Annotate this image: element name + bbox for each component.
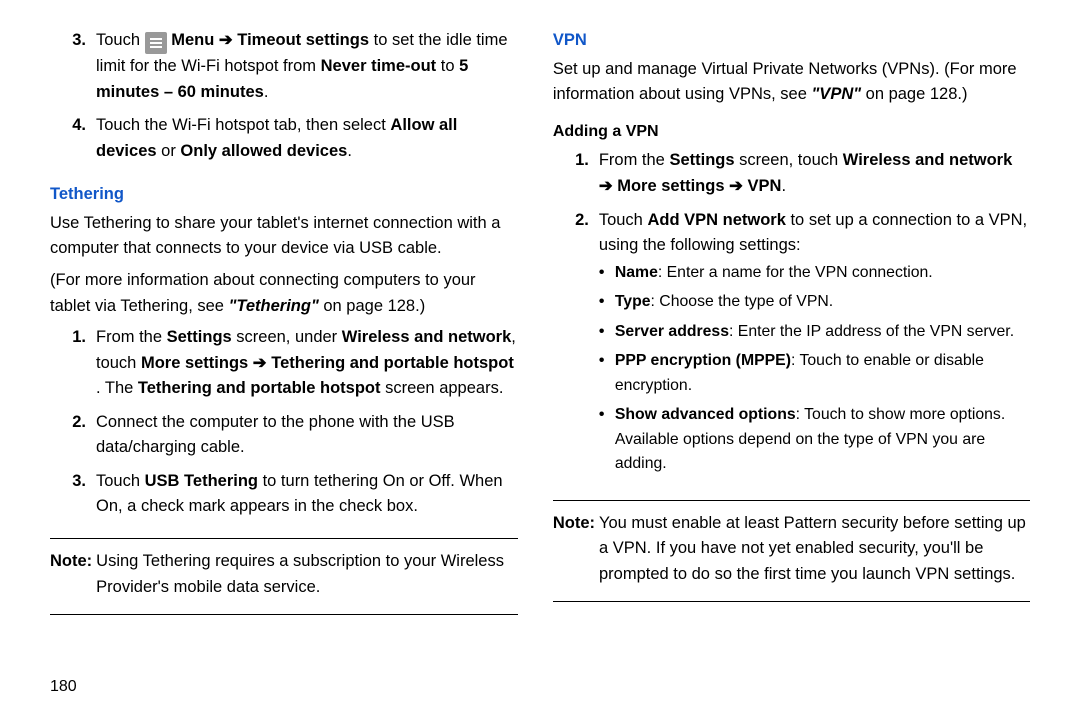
- note-body: Using Tethering requires a subscription …: [96, 549, 518, 600]
- tethering-crossref: (For more information about connecting c…: [50, 268, 518, 319]
- step-body: From the Settings screen, touch Wireless…: [599, 148, 1030, 199]
- vpn-step-2: 2. Touch Add VPN network to set up a con…: [553, 208, 1030, 482]
- heading-vpn: VPN: [553, 28, 1030, 54]
- tethering-note: Note: Using Tethering requires a subscri…: [50, 549, 518, 600]
- menu-icon: [145, 32, 167, 54]
- manual-page: 3. Touch Menu ➔ Timeout settings to set …: [0, 0, 1080, 720]
- step-number: 3.: [50, 469, 96, 520]
- step-number: 4.: [50, 113, 96, 164]
- tethering-step-2: 2. Connect the computer to the phone wit…: [50, 410, 518, 461]
- step-number: 3.: [50, 28, 96, 105]
- tethering-step-1: 1. From the Settings screen, under Wirel…: [50, 325, 518, 402]
- tethering-step-3: 3. Touch USB Tethering to turn tethering…: [50, 469, 518, 520]
- tethering-intro: Use Tethering to share your tablet's int…: [50, 211, 518, 262]
- divider: [553, 500, 1030, 501]
- page-number: 180: [50, 665, 518, 700]
- heading-adding-vpn: Adding a VPN: [553, 120, 1030, 145]
- left-column: 3. Touch Menu ➔ Timeout settings to set …: [50, 28, 518, 700]
- right-column: VPN Set up and manage Virtual Private Ne…: [553, 28, 1030, 700]
- vpn-opt-name: Name: Enter a name for the VPN connectio…: [599, 261, 1030, 285]
- note-body: You must enable at least Pattern securit…: [599, 511, 1030, 588]
- vpn-opt-advanced: Show advanced options: Touch to show mor…: [599, 403, 1030, 476]
- divider: [50, 614, 518, 615]
- vpn-settings-list: Name: Enter a name for the VPN connectio…: [599, 261, 1030, 477]
- heading-tethering: Tethering: [50, 182, 518, 208]
- hotspot-step-4: 4. Touch the Wi-Fi hotspot tab, then sel…: [50, 113, 518, 164]
- note-label: Note:: [553, 511, 599, 588]
- vpn-step-1: 1. From the Settings screen, touch Wirel…: [553, 148, 1030, 199]
- tethering-steps: 1. From the Settings screen, under Wirel…: [50, 325, 518, 528]
- step-body: From the Settings screen, under Wireless…: [96, 325, 518, 402]
- step-number: 1.: [553, 148, 599, 199]
- step-body: Touch Add VPN network to set up a connec…: [599, 208, 1030, 482]
- step-number: 2.: [553, 208, 599, 482]
- step-body: Touch the Wi-Fi hotspot tab, then select…: [96, 113, 518, 164]
- vpn-intro: Set up and manage Virtual Private Networ…: [553, 57, 1030, 108]
- hotspot-steps-continued: 3. Touch Menu ➔ Timeout settings to set …: [50, 28, 518, 172]
- step-body: Connect the computer to the phone with t…: [96, 410, 518, 461]
- vpn-opt-server: Server address: Enter the IP address of …: [599, 320, 1030, 344]
- vpn-opt-ppp: PPP encryption (MPPE): Touch to enable o…: [599, 349, 1030, 398]
- divider: [553, 601, 1030, 602]
- step-number: 1.: [50, 325, 96, 402]
- vpn-steps: 1. From the Settings screen, touch Wirel…: [553, 148, 1030, 489]
- note-label: Note:: [50, 549, 96, 600]
- vpn-opt-type: Type: Choose the type of VPN.: [599, 290, 1030, 314]
- hotspot-step-3: 3. Touch Menu ➔ Timeout settings to set …: [50, 28, 518, 105]
- divider: [50, 538, 518, 539]
- step-body: Touch Menu ➔ Timeout settings to set the…: [96, 28, 518, 105]
- vpn-note: Note: You must enable at least Pattern s…: [553, 511, 1030, 588]
- step-number: 2.: [50, 410, 96, 461]
- step-body: Touch USB Tethering to turn tethering On…: [96, 469, 518, 520]
